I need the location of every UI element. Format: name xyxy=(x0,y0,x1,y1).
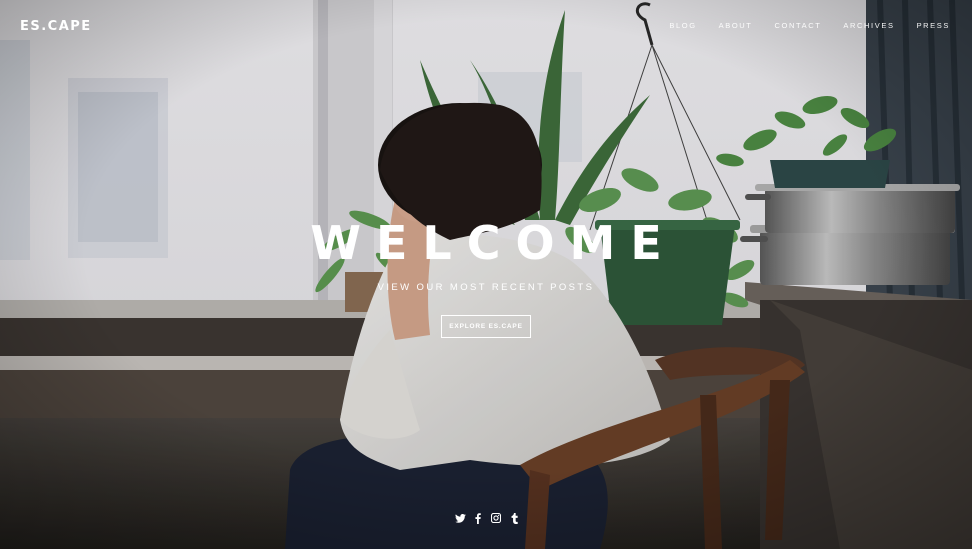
main-nav: BLOG ABOUT CONTACT ARCHIVES PRESS xyxy=(647,21,950,30)
nav-link-blog[interactable]: BLOG xyxy=(669,21,696,30)
site-logo[interactable]: ES.CAPE xyxy=(20,19,92,34)
nav-link-press[interactable]: PRESS xyxy=(917,21,950,30)
nav-link-archives[interactable]: ARCHIVES xyxy=(843,21,894,30)
facebook-icon[interactable] xyxy=(472,512,485,524)
nav-link-contact[interactable]: CONTACT xyxy=(775,21,822,30)
hero: ES.CAPE BLOG ABOUT CONTACT ARCHIVES PRES… xyxy=(0,0,972,549)
hero-background-image xyxy=(0,0,972,549)
hero-headline: WELCOME xyxy=(310,216,677,270)
nav-link-about[interactable]: ABOUT xyxy=(719,21,753,30)
social-links xyxy=(451,512,523,524)
explore-button[interactable]: EXPLORE ES.CAPE xyxy=(441,315,531,338)
hero-subheadline: VIEW OUR MOST RECENT POSTS xyxy=(377,282,595,293)
tumblr-icon[interactable] xyxy=(508,512,521,524)
twitter-icon[interactable] xyxy=(454,512,467,524)
instagram-icon[interactable] xyxy=(490,512,503,524)
